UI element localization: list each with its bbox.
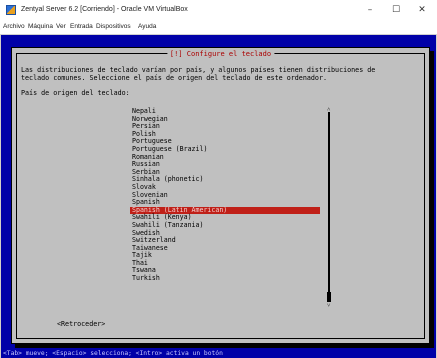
window-titlebar: Zentyal Server 6.2 [Corriendo] - Oracle … <box>0 0 437 20</box>
menu-ayuda[interactable]: Ayuda <box>138 21 156 33</box>
scrollbar-thumb[interactable] <box>327 292 331 302</box>
dialog-description: Las distribuciones de teclado varían por… <box>21 66 375 82</box>
minimize-button[interactable]: – <box>360 2 380 18</box>
list-item[interactable]: Sinhala (phonetic) <box>130 176 320 184</box>
vm-screen[interactable]: [!] Configure el teclado Las distribucio… <box>1 35 436 358</box>
scroll-down-icon[interactable]: ˅ <box>327 302 330 309</box>
list-item[interactable]: Thai <box>130 259 320 268</box>
menu-archivo[interactable]: Archivo <box>3 21 25 33</box>
list-item[interactable]: Persian <box>130 123 320 131</box>
status-bar: <Tab> mueve; <Espacio> selecciona; <Intr… <box>3 350 223 357</box>
country-prompt: País de origen del teclado: <box>21 89 130 97</box>
maximize-button[interactable]: ☐ <box>386 2 406 18</box>
menu-ver[interactable]: Ver <box>56 21 66 33</box>
virtualbox-icon <box>6 5 16 15</box>
menu-dispositivos[interactable]: Dispositivos <box>96 21 131 33</box>
list-item[interactable]: Turkish <box>130 274 320 283</box>
country-list[interactable]: Nepali Norwegian Persian Polish Portuguese Po… <box>130 107 320 283</box>
window-title: Zentyal Server 6.2 [Corriendo] - Oracle … <box>21 6 188 13</box>
list-item[interactable]: Taiwanese <box>130 244 320 253</box>
keyboard-config-dialog: [!] Configure el teclado Las distribucio… <box>11 47 430 344</box>
back-button[interactable]: <Retroceder> <box>57 320 105 328</box>
dialog-title: [!] Configure el teclado <box>166 50 275 58</box>
scrollbar[interactable] <box>328 112 330 302</box>
menubar: Archivo Máquina Ver Entrada Dispositivos… <box>0 20 437 35</box>
close-button[interactable]: ✕ <box>412 2 432 18</box>
menu-maquina[interactable]: Máquina <box>28 21 53 33</box>
list-item[interactable]: Tajik <box>130 252 320 260</box>
menu-entrada[interactable]: Entrada <box>70 21 93 33</box>
description-line-2: teclado comunes. Seleccione el país de o… <box>21 74 327 83</box>
description-line-1: Las distribuciones de teclado varían por… <box>21 66 376 74</box>
